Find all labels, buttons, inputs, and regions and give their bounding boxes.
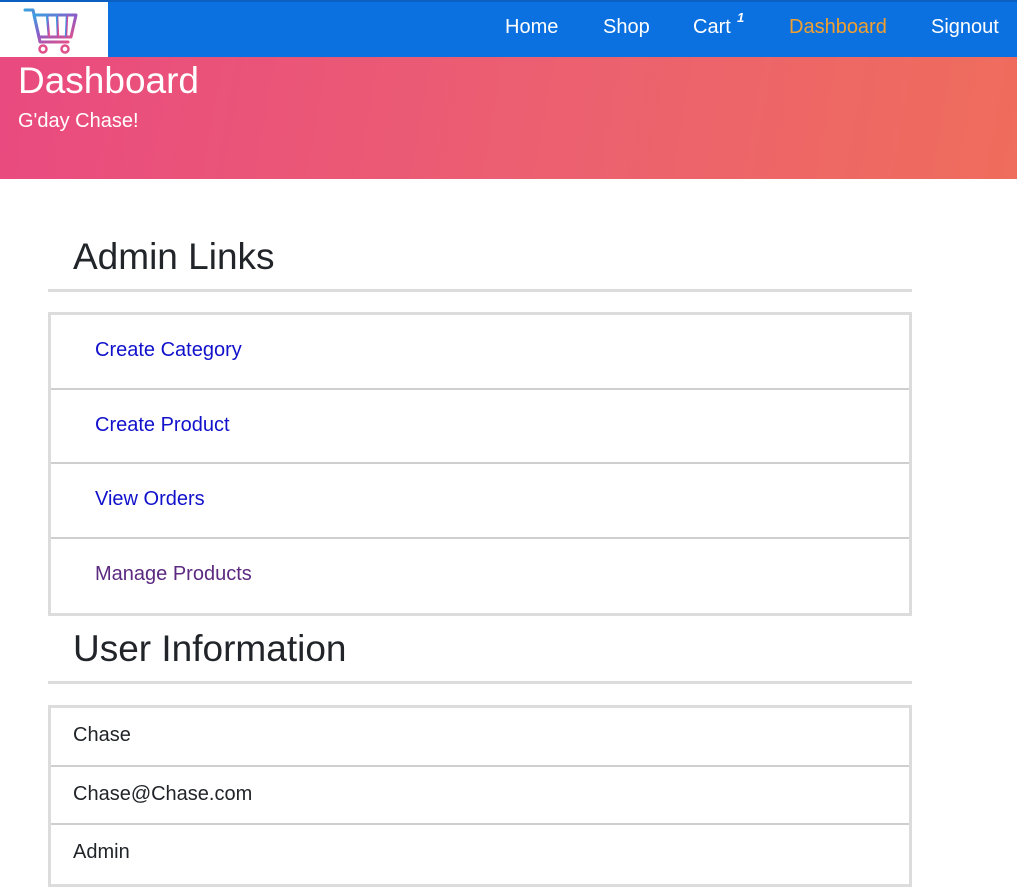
list-item: Create Product bbox=[51, 389, 909, 464]
admin-links-heading: Admin Links bbox=[48, 232, 912, 292]
nav-home[interactable]: Home bbox=[505, 16, 558, 39]
list-item: Manage Products bbox=[51, 538, 909, 613]
manage-products-link[interactable]: Manage Products bbox=[95, 563, 252, 586]
user-information-list: Chase Chase@Chase.com Admin bbox=[48, 705, 912, 887]
user-role: Admin bbox=[73, 841, 130, 863]
list-item: Chase bbox=[51, 708, 909, 767]
user-name: Chase bbox=[73, 724, 131, 746]
page-title: Dashboard bbox=[18, 60, 200, 101]
list-item: View Orders bbox=[51, 464, 909, 539]
create-category-link[interactable]: Create Category bbox=[95, 339, 242, 362]
user-information-title: User Information bbox=[73, 628, 347, 669]
nav-cart-label: Cart bbox=[693, 16, 731, 38]
list-item: Chase@Chase.com bbox=[51, 766, 909, 825]
list-item: Admin bbox=[51, 825, 909, 884]
logo[interactable] bbox=[0, 2, 108, 59]
nav-dashboard[interactable]: Dashboard bbox=[789, 16, 887, 39]
greeting: G'day Chase! bbox=[18, 110, 139, 132]
page-header: Dashboard G'day Chase! bbox=[0, 57, 1017, 179]
create-product-link[interactable]: Create Product bbox=[95, 414, 230, 437]
admin-links-list: Create Category Create Product View Orde… bbox=[48, 312, 912, 616]
nav-cart[interactable]: Cart 1 bbox=[693, 10, 744, 39]
navbar: Home Shop Cart 1 Dashboard Signout bbox=[0, 0, 1017, 59]
nav-signout[interactable]: Signout bbox=[931, 16, 999, 39]
shopping-cart-icon bbox=[23, 8, 78, 54]
user-information-heading: User Information bbox=[48, 624, 912, 684]
nav-shop[interactable]: Shop bbox=[603, 16, 650, 39]
cart-count-badge: 1 bbox=[737, 10, 745, 25]
view-orders-link[interactable]: View Orders bbox=[95, 488, 205, 511]
user-email: Chase@Chase.com bbox=[73, 782, 253, 805]
list-item: Create Category bbox=[51, 315, 909, 390]
admin-links-title: Admin Links bbox=[73, 236, 275, 277]
